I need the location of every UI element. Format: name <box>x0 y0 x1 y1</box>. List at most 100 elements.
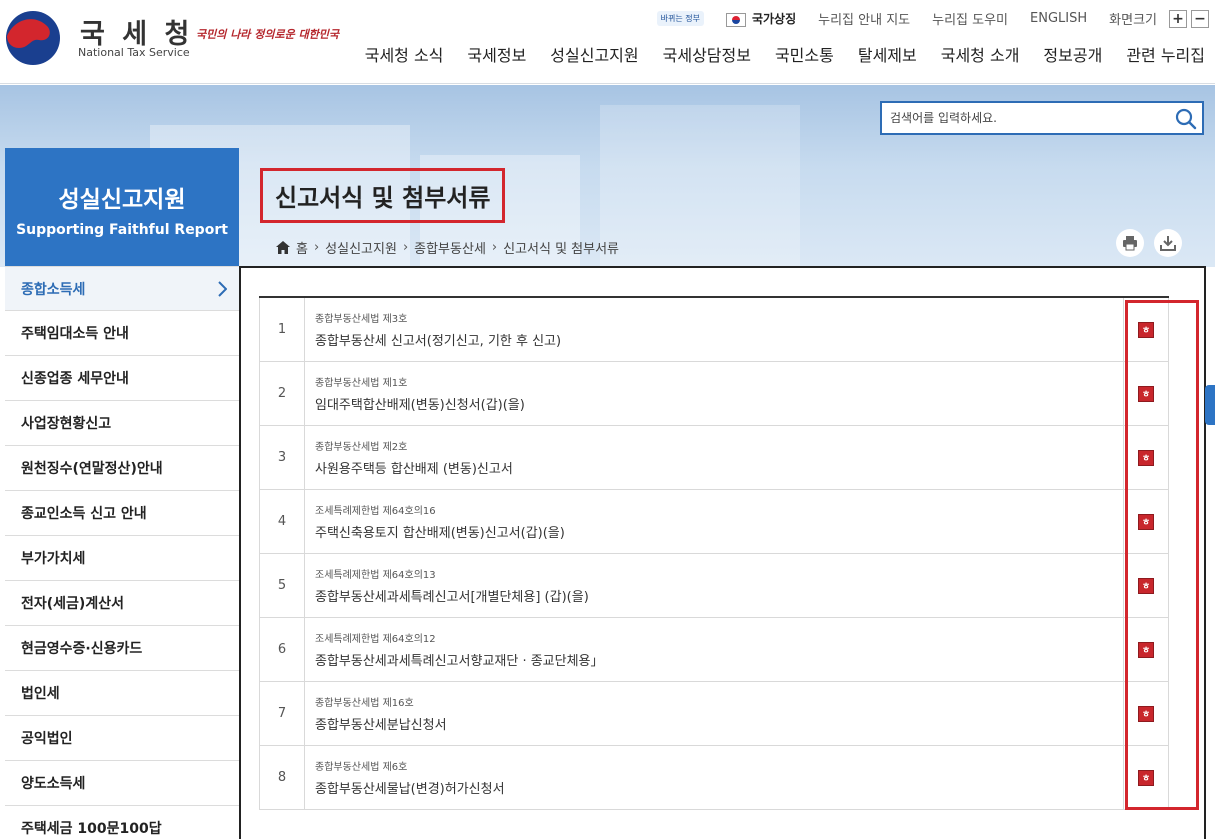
logo-english-text[interactable]: National Tax Service <box>78 46 190 59</box>
help-link[interactable]: 누리집 도우미 <box>932 9 1008 28</box>
row-number: 6 <box>259 618 305 681</box>
english-link[interactable]: ENGLISH <box>1030 11 1087 26</box>
nts-logo-icon[interactable] <box>5 10 61 66</box>
global-nav: 국세청 소식 국세정보 성실신고지원 국세상담정보 국민소통 탈세제보 국세청 … <box>341 42 1205 66</box>
download-button[interactable] <box>1154 229 1182 257</box>
zoom-in-button[interactable]: + <box>1169 9 1187 28</box>
lnb-item-e-invoice[interactable]: 전자(세금)계산서 <box>5 581 239 626</box>
lnb-item-housing-tax-faq[interactable]: 주택세금 100문100답 <box>5 806 239 839</box>
row-number: 5 <box>259 554 305 617</box>
lnb-item-religious-income[interactable]: 종교인소득 신고 안내 <box>5 491 239 536</box>
lnb-item-label: 신종업종 세무안내 <box>21 371 129 387</box>
breadcrumb: 홈 › 성실신고지원 › 종합부동산세 › 신고서식 및 첨부서류 <box>276 238 619 257</box>
lnb-item-corporate-tax[interactable]: 법인세 <box>5 671 239 716</box>
breadcrumb-home[interactable]: 홈 <box>296 238 308 257</box>
lnb-item-label: 종교인소득 신고 안내 <box>21 506 147 522</box>
breadcrumb-separator-icon: › <box>491 240 498 255</box>
breadcrumb-separator-icon: › <box>313 240 320 255</box>
form-name: 임대주택합산배제(변동)신청서(갑)(을) <box>315 398 525 413</box>
lnb-item-public-corporation[interactable]: 공익법인 <box>5 716 239 761</box>
gnb-item-related-sites[interactable]: 관련 누리집 <box>1126 42 1205 66</box>
forms-table: 1 종합부동산세법 제3호 종합부동산세 신고서(정기신고, 기한 후 신고) … <box>259 296 1169 810</box>
search-input[interactable] <box>882 103 1162 133</box>
gnb-item-consulting[interactable]: 국세상담정보 <box>663 42 751 66</box>
form-law: 조세특례제한법 제64호의12 <box>315 634 436 645</box>
chevron-right-icon <box>218 281 227 297</box>
row-number: 7 <box>259 682 305 745</box>
table-row: 5 조세특례제한법 제64호의13 종합부동산세과세특례신고서[개별단체용] (… <box>259 554 1169 618</box>
lnb-item-label: 법인세 <box>21 686 60 702</box>
gnb-item-tax-info[interactable]: 국세정보 <box>467 42 526 66</box>
lnb-item-capital-gains[interactable]: 양도소득세 <box>5 761 239 806</box>
lnb-item-cash-receipt[interactable]: 현금영수증·신용카드 <box>5 626 239 671</box>
breadcrumb-current: 신고서식 및 첨부서류 <box>503 242 620 257</box>
national-symbol-link[interactable]: 국가상징 <box>725 10 796 27</box>
lnb-item-label: 부가가치세 <box>21 551 86 567</box>
form-name: 주택신축용토지 합산배제(변동)신고서(갑)(을) <box>315 526 565 541</box>
lnb-item-vat[interactable]: 부가가치세 <box>5 536 239 581</box>
zoom-out-button[interactable]: − <box>1191 9 1209 28</box>
form-cell: 조세특례제한법 제64호의13 종합부동산세과세특례신고서[개별단체용] (갑)… <box>305 554 1123 617</box>
gnb-item-tax-evasion-report[interactable]: 탈세제보 <box>858 42 917 66</box>
page-title-box: 신고서식 및 첨부서류 <box>260 168 505 223</box>
lnb-title-korean: 성실신고지원 <box>58 187 186 213</box>
gnb-item-communication[interactable]: 국민소통 <box>775 42 834 66</box>
form-name: 종합부동산세과세특례신고서[개별단체용] (갑)(을) <box>315 590 589 605</box>
form-law: 종합부동산세법 제1호 <box>315 378 408 389</box>
form-law: 조세특례제한법 제64호의16 <box>315 506 436 517</box>
side-tab[interactable] <box>1205 385 1215 425</box>
lnb-item-withholding[interactable]: 원천징수(연말정산)안내 <box>5 446 239 491</box>
breadcrumb-separator-icon: › <box>402 240 409 255</box>
search-icon[interactable] <box>1174 107 1198 131</box>
gnb-item-faithful-report[interactable]: 성실신고지원 <box>550 42 638 66</box>
form-law: 종합부동산세법 제3호 <box>315 314 408 325</box>
lnb-item-label: 현금영수증·신용카드 <box>21 641 143 657</box>
gov-badge[interactable]: 바뀌는 정부 <box>656 11 704 26</box>
building-graphic <box>600 105 800 267</box>
lnb-item-label: 전자(세금)계산서 <box>21 596 124 612</box>
lnb-item-label: 종합소득세 <box>21 281 86 298</box>
korean-flag-icon <box>725 12 746 27</box>
left-nav: 종합소득세 주택임대소득 안내 신종업종 세무안내 사업장현황신고 원천징수(연… <box>5 266 239 839</box>
search-box <box>880 101 1204 135</box>
form-cell: 종합부동산세법 제6호 종합부동산세물납(변경)허가신청서 <box>305 746 1123 809</box>
lnb-item-housing-rental[interactable]: 주택임대소득 안내 <box>5 311 239 356</box>
utility-menu: 바뀌는 정부 국가상징 누리집 안내 지도 누리집 도우미 ENGLISH 화면… <box>656 9 1209 28</box>
gnb-item-news[interactable]: 국세청 소식 <box>365 42 444 66</box>
print-icon <box>1123 236 1137 251</box>
form-cell: 조세특례제한법 제64호의12 종합부동산세과세특례신고서향교재단 · 종교단체… <box>305 618 1123 681</box>
sitemap-link[interactable]: 누리집 안내 지도 <box>818 9 910 28</box>
table-row: 3 종합부동산세법 제2호 사원용주택등 합산배제 (변동)신고서 ㅎ <box>259 426 1169 490</box>
form-name: 종합부동산세과세특례신고서향교재단 · 종교단체용」 <box>315 654 604 669</box>
row-number: 3 <box>259 426 305 489</box>
home-icon[interactable] <box>276 241 290 254</box>
row-number: 4 <box>259 490 305 553</box>
table-row: 6 조세특례제한법 제64호의12 종합부동산세과세특례신고서향교재단 · 종교… <box>259 618 1169 682</box>
download-icon <box>1160 236 1176 251</box>
form-cell: 종합부동산세법 제16호 종합부동산세분납신청서 <box>305 682 1123 745</box>
form-cell: 종합부동산세법 제3호 종합부동산세 신고서(정기신고, 기한 후 신고) <box>305 298 1123 361</box>
breadcrumb-item[interactable]: 종합부동산세 <box>414 238 486 257</box>
lnb-item-comprehensive-income-tax[interactable]: 종합소득세 <box>5 266 239 311</box>
lnb-item-business-status[interactable]: 사업장현황신고 <box>5 401 239 446</box>
form-law: 종합부동산세법 제2호 <box>315 442 408 453</box>
row-number: 1 <box>259 298 305 361</box>
government-slogan: 국민의 나라 정의로운 대한민국 <box>196 28 340 41</box>
gnb-item-about[interactable]: 국세청 소개 <box>941 42 1020 66</box>
zoom-label: 화면크기 <box>1109 13 1157 28</box>
table-row: 7 종합부동산세법 제16호 종합부동산세분납신청서 ㅎ <box>259 682 1169 746</box>
table-row: 2 종합부동산세법 제1호 임대주택합산배제(변동)신청서(갑)(을) ㅎ <box>259 362 1169 426</box>
gnb-item-info-disclosure[interactable]: 정보공개 <box>1043 42 1102 66</box>
form-cell: 종합부동산세법 제2호 사원용주택등 합산배제 (변동)신고서 <box>305 426 1123 489</box>
form-cell: 종합부동산세법 제1호 임대주택합산배제(변동)신청서(갑)(을) <box>305 362 1123 425</box>
lnb-item-label: 주택세금 100문100답 <box>21 821 162 837</box>
table-row: 4 조세특례제한법 제64호의16 주택신축용토지 합산배제(변동)신고서(갑)… <box>259 490 1169 554</box>
lnb-item-new-business[interactable]: 신종업종 세무안내 <box>5 356 239 401</box>
row-number: 2 <box>259 362 305 425</box>
form-law: 종합부동산세법 제16호 <box>315 698 414 709</box>
form-name: 종합부동산세분납신청서 <box>315 718 447 733</box>
breadcrumb-item[interactable]: 성실신고지원 <box>325 238 397 257</box>
content-area: 1 종합부동산세법 제3호 종합부동산세 신고서(정기신고, 기한 후 신고) … <box>239 266 1206 839</box>
site-header: 국 세 청 National Tax Service 국민의 나라 정의로운 대… <box>0 0 1215 84</box>
print-button[interactable] <box>1116 229 1144 257</box>
